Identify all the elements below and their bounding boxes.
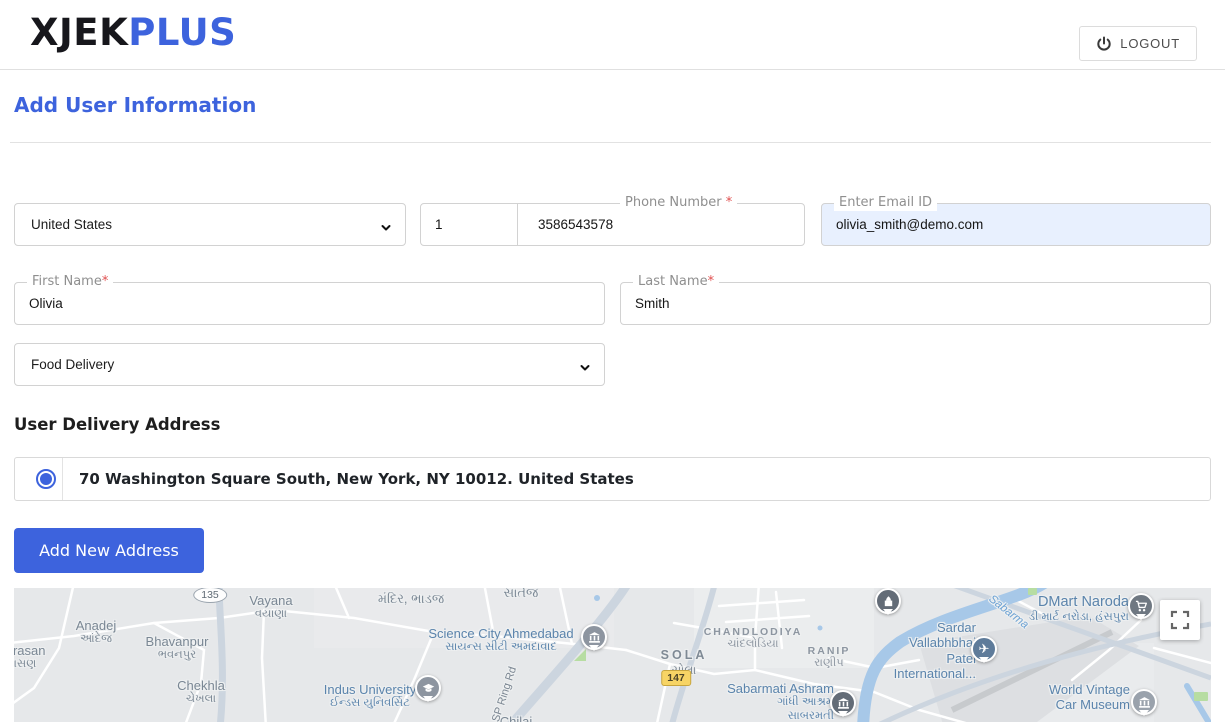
map-label: Sabarmati Ashramગાંધી આશ્રમસાબરમતી [727,681,834,722]
map-label: Chekhlaચેખલા [177,678,225,707]
museum-marker[interactable] [581,624,607,650]
map-label: Anadejઆંદેજ [76,618,116,647]
app-logo[interactable]: XJEKPLUS [30,11,236,54]
email-field: Enter Email ID [821,203,1211,246]
service-select[interactable]: Food Delivery [14,343,605,386]
last-name-label: Last Name* [633,274,719,290]
logo-primary: XJEK [30,11,128,54]
museum-marker[interactable] [830,690,856,716]
phone-group: Phone Number * [420,203,805,246]
map-fullscreen-button[interactable] [1160,600,1200,640]
airplane-marker[interactable]: ✈ [971,636,997,662]
page-title: Add User Information [14,93,256,117]
country-code-input[interactable] [421,204,517,245]
map-label: RANIPરાણીપ [808,645,851,671]
map-label: મંદિર, ભાડજ [378,591,444,606]
map-label: Vayanaવયાણા [249,593,292,622]
logout-button[interactable]: LOGOUT [1079,26,1197,61]
map-label: SardarVallabhbhaiPatelInternational... [894,620,976,681]
first-name-label: First Name* [27,274,113,290]
road-badge-135: 135 [193,588,227,603]
chevron-down-icon [580,361,590,371]
address-radio-cell [15,458,63,500]
add-new-address-button[interactable]: Add New Address [14,528,204,573]
country-code-cell [421,204,518,245]
map-label: World VintageCar Museum [1049,682,1130,713]
map-label: CHANDLODIYAચાંદલોડિયા [704,626,803,652]
address-row: 70 Washington Square South, New York, NY… [14,457,1211,501]
add-user-page: XJEKPLUS LOGOUT Add User Information Uni… [0,0,1225,722]
map-label: DMart Narodaડી માર્ટ નરોડા, હંસપુરા [1029,594,1129,625]
museum-marker[interactable] [1131,689,1157,715]
phone-label: Phone Number * [620,195,737,211]
logo-accent: PLUS [128,11,236,54]
phone-cell: Phone Number * [518,204,804,245]
road-badge-147: 147 [661,670,691,686]
country-select[interactable]: United States [14,203,406,246]
map-label: Bhavanpurભવનપુર [146,634,209,663]
graduation-cap-marker[interactable] [415,675,441,701]
country-select-value: United States [31,217,112,232]
landmark-marker[interactable] [875,588,901,614]
address-radio[interactable] [36,469,56,489]
radio-dot [40,473,52,485]
address-section-title: User Delivery Address [14,415,220,434]
chevron-down-icon [381,221,391,231]
map-label: Science City Ahmedabadસાયન્સ સીટી અમદાવા… [428,626,573,655]
top-bar: XJEKPLUS LOGOUT [0,0,1225,70]
fullscreen-icon [1170,610,1190,630]
map-label: સાતેજ [504,588,539,600]
power-icon [1096,36,1112,52]
map-label: ndrasanડ્રાસણ [14,643,45,672]
logout-label: LOGOUT [1120,36,1180,51]
service-select-value: Food Delivery [31,357,114,372]
map-label: Indus Universityઈન્ડસ યુનિવર્સિટ [324,682,416,711]
address-text: 70 Washington Square South, New York, NY… [63,458,634,500]
email-label: Enter Email ID [834,195,937,211]
divider [10,142,1211,143]
map[interactable]: Anadejઆંદેજ Bhavanpurભવનપુર Vayanaવયાણા Che… [14,588,1211,722]
shopping-cart-marker[interactable] [1128,593,1154,619]
first-name-field: First Name* [14,282,605,325]
last-name-field: Last Name* [620,282,1211,325]
